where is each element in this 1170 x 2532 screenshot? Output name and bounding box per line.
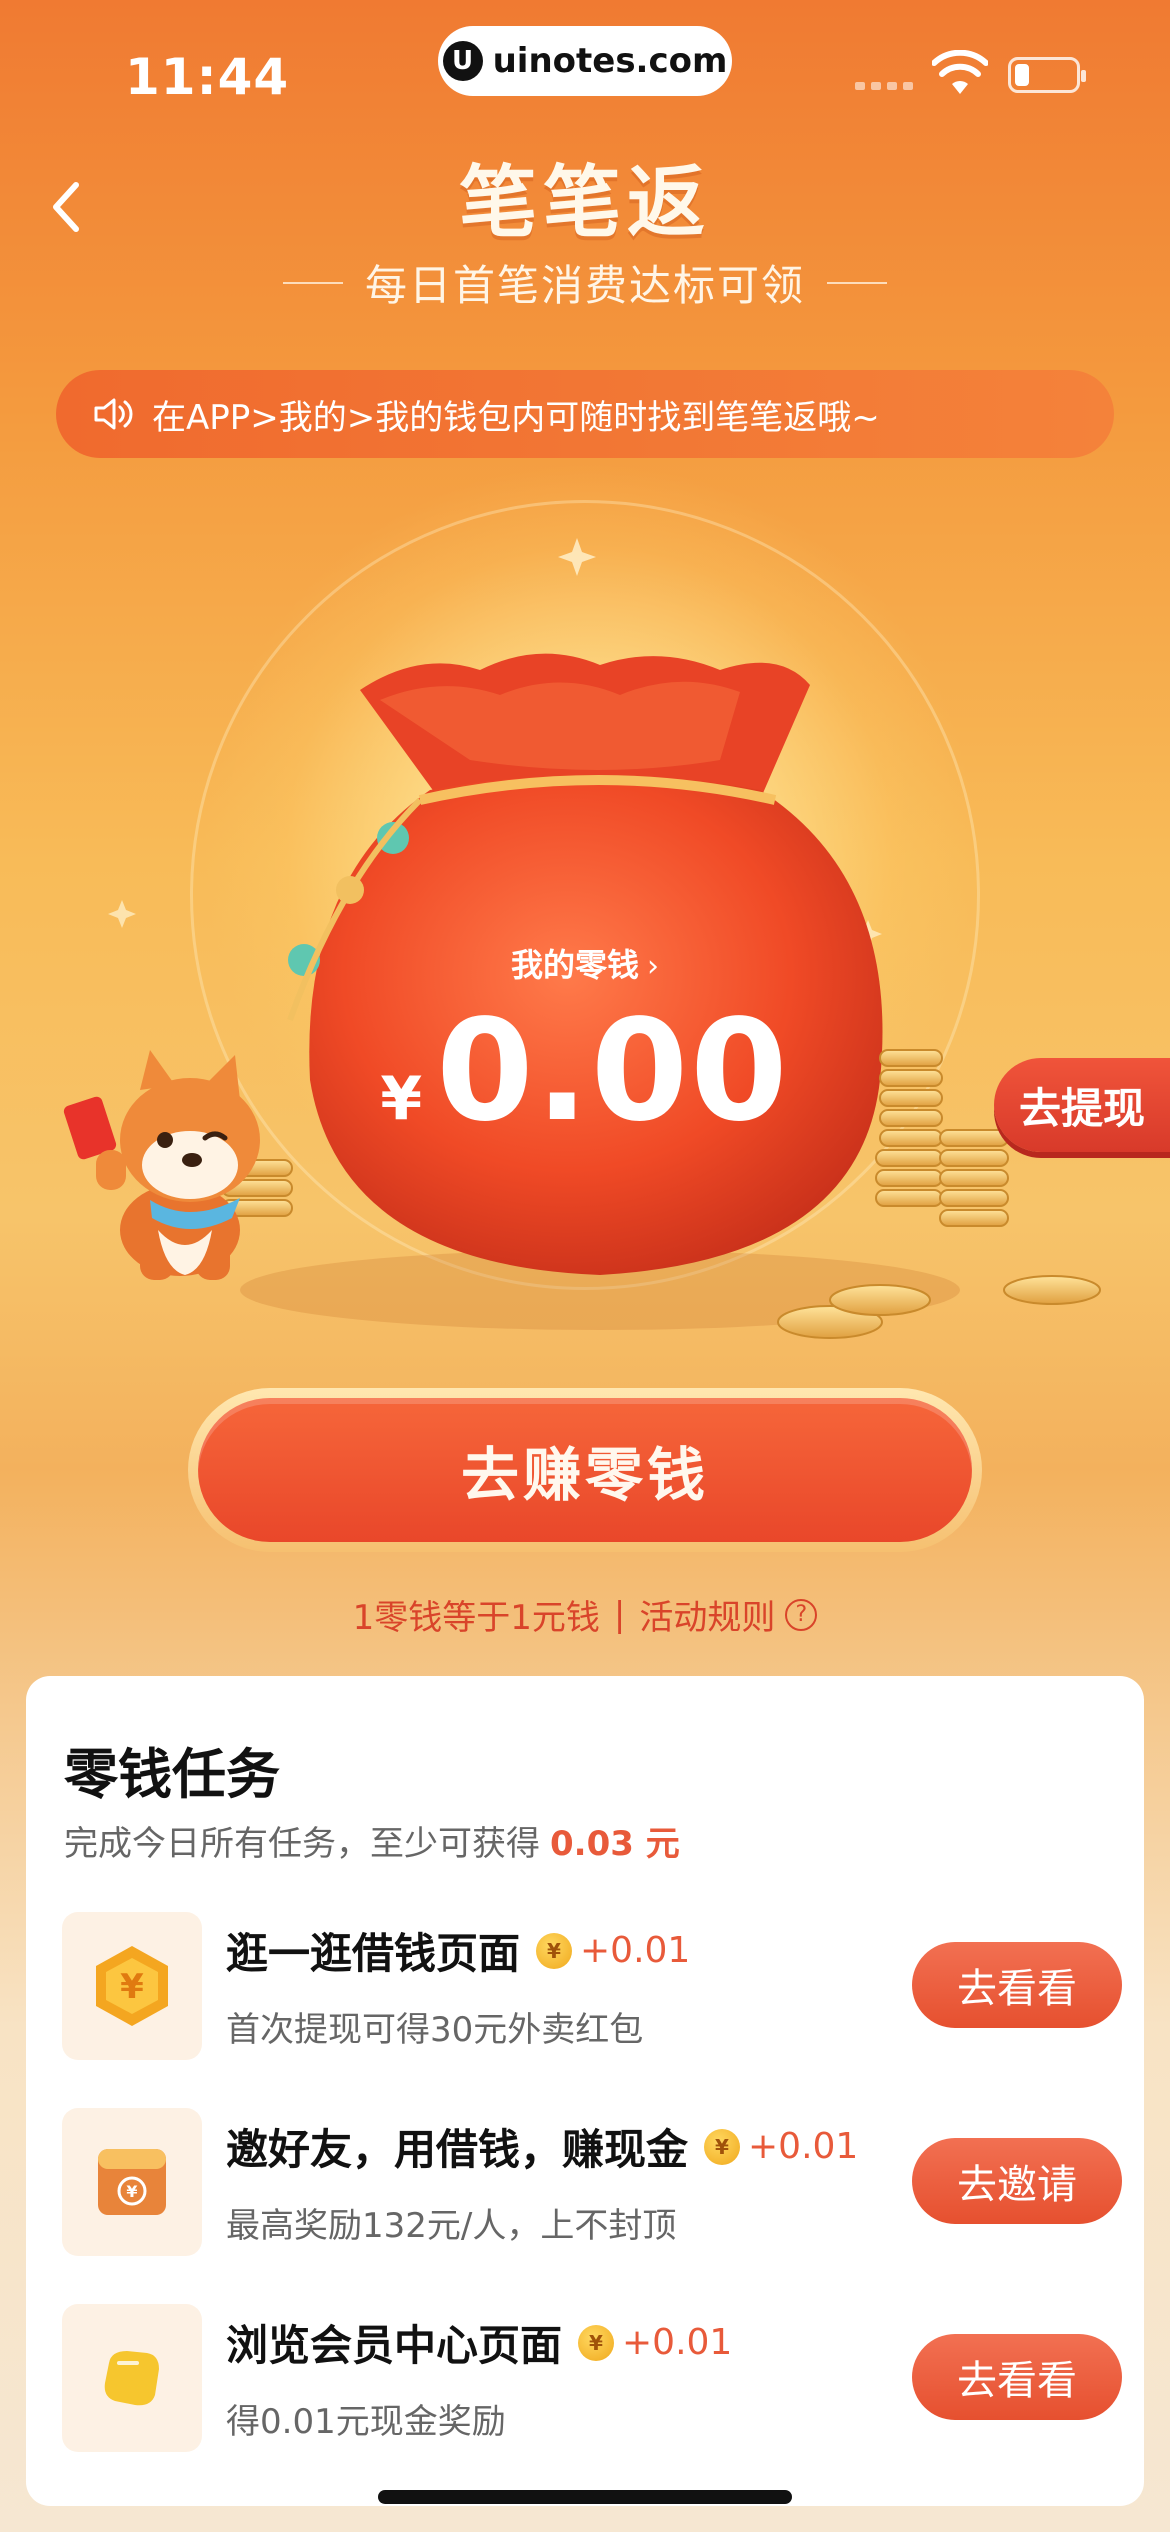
rules-separator: | <box>613 1594 626 1635</box>
task-go-button[interactable]: 去看看 <box>912 1942 1122 2028</box>
coin-icon: ¥ <box>536 1932 573 1969</box>
page-subtitle: 每日首笔消费达标可领 <box>364 261 805 310</box>
balance-label: 我的零钱 <box>510 946 639 984</box>
task-reward: +0.01 <box>622 2322 733 2363</box>
earn-button-frame: 去赚零钱 <box>188 1388 982 1552</box>
notice-banner: 在APP>我的>我的钱包内可随时找到笔笔返哦~ <box>56 370 1114 458</box>
task-button-label: 去邀请 <box>957 2162 1077 2208</box>
tasks-subtitle: 完成今日所有任务，至少可获得 0.03 元 <box>64 1816 680 1865</box>
notice-text: 在APP>我的>我的钱包内可随时找到笔笔返哦~ <box>152 397 880 438</box>
url-pill[interactable]: U uinotes.com <box>438 26 732 96</box>
balance-link[interactable]: 我的零钱 › <box>0 940 1170 986</box>
task-reward: +0.01 <box>580 1930 691 1971</box>
tasks-card: 零钱任务 完成今日所有任务，至少可获得 0.03 元 ¥ 逛一逛借钱页面 ¥ +0… <box>26 1676 1144 2506</box>
balance-display: ¥ 0.00 <box>0 990 1170 1153</box>
earn-button-label: 去赚零钱 <box>460 1441 709 1509</box>
divider <box>827 281 887 284</box>
earn-button[interactable]: 去赚零钱 <box>198 1398 972 1542</box>
task-name: 浏览会员中心页面 <box>226 2321 563 2370</box>
task-desc: 最高奖励132元/人，上不封顶 <box>226 2206 677 2246</box>
chevron-right-icon: › <box>647 949 659 984</box>
task-button-label: 去看看 <box>957 1966 1077 2012</box>
speaker-icon <box>94 398 133 430</box>
task-go-button[interactable]: 去看看 <box>912 2334 1122 2420</box>
signal-icon <box>855 82 913 90</box>
currency-symbol: ¥ <box>380 1064 423 1134</box>
home-indicator[interactable] <box>378 2490 792 2504</box>
task-button-label: 去看看 <box>957 2358 1077 2404</box>
task-desc: 首次提现可得30元外卖红包 <box>226 2010 644 2050</box>
page: 11:44 U uinotes.com 笔笔返 每日首笔消费达标可领 在APP>… <box>0 0 1170 2532</box>
divider <box>282 281 343 284</box>
yellow-badge-icon <box>62 2304 202 2452</box>
tasks-subtitle-text: 完成今日所有任务，至少可获得 <box>64 1824 540 1864</box>
status-bar: 11:44 U uinotes.com <box>0 0 1170 140</box>
svg-text:¥: ¥ <box>126 2182 137 2201</box>
uinotes-logo-icon: U <box>442 41 483 81</box>
wifi-icon <box>932 50 988 94</box>
rules-row: 1零钱等于1元钱 | 活动规则 ? <box>0 1590 1170 1639</box>
task-name-row: 逛一逛借钱页面 ¥ +0.01 <box>226 1920 690 1981</box>
hero-section: 去提现 我的零钱 › ¥ 0.00 <box>0 460 1170 1380</box>
coin-icon: ¥ <box>704 2128 741 2165</box>
svg-text:¥: ¥ <box>120 1967 144 2007</box>
question-icon[interactable]: ? <box>785 1598 818 1631</box>
task-name: 逛一逛借钱页面 <box>226 1929 521 1978</box>
task-item: 浏览会员中心页面 ¥ +0.01 得0.01元现金奖励 去看看 <box>62 2304 1122 2452</box>
task-item: ¥ 逛一逛借钱页面 ¥ +0.01 首次提现可得30元外卖红包 去看看 <box>62 1912 1122 2060</box>
exchange-rate-text: 1零钱等于1元钱 <box>352 1598 600 1638</box>
tasks-subtitle-amount: 0.03 元 <box>550 1824 680 1864</box>
task-name-row: 邀好友，用借钱，赚现金 ¥ +0.01 <box>226 2116 858 2177</box>
task-name-row: 浏览会员中心页面 ¥ +0.01 <box>226 2312 732 2373</box>
url-text: uinotes.com <box>492 41 728 81</box>
coin-hexagon-icon: ¥ <box>62 1912 202 2060</box>
coin-icon: ¥ <box>578 2324 615 2361</box>
tasks-title: 零钱任务 <box>64 1743 280 1806</box>
money-bag-illustration <box>63 538 1101 1339</box>
page-title: 笔笔返 <box>458 158 711 248</box>
task-reward: +0.01 <box>748 2126 859 2167</box>
task-desc: 得0.01元现金奖励 <box>226 2402 506 2442</box>
balance-amount: 0.00 <box>436 990 790 1153</box>
battery-icon <box>1008 57 1086 93</box>
task-invite-button[interactable]: 去邀请 <box>912 2138 1122 2224</box>
task-name: 邀好友，用借钱，赚现金 <box>226 2125 689 2174</box>
money-envelope-icon: ¥ <box>62 2108 202 2256</box>
subtitle-row: 每日首笔消费达标可领 <box>0 252 1170 313</box>
rules-link[interactable]: 活动规则 <box>639 1590 775 1639</box>
status-time: 11:44 <box>125 48 290 106</box>
task-item: ¥ 邀好友，用借钱，赚现金 ¥ +0.01 最高奖励132元/人，上不封顶 去邀… <box>62 2108 1122 2256</box>
